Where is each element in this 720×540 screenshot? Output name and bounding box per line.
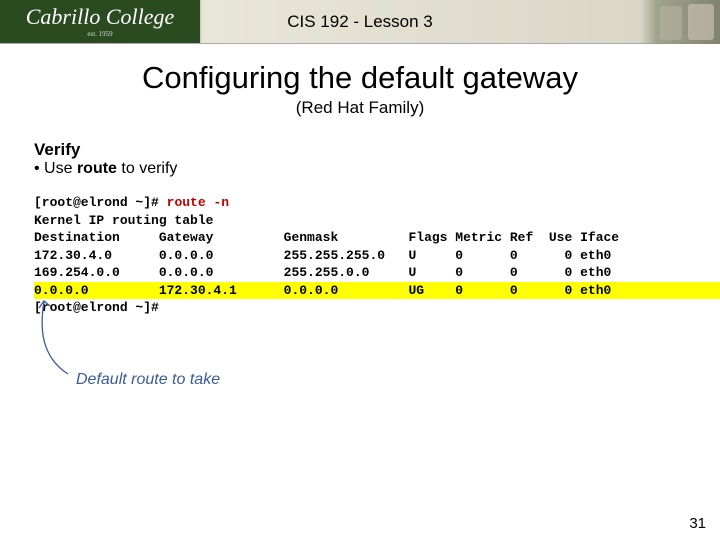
verify-heading: Verify bbox=[34, 140, 720, 160]
default-route-annotation: Default route to take bbox=[76, 371, 220, 389]
terminal-row: Kernel IP routing table bbox=[34, 212, 720, 230]
terminal-row: [root@elrond ~]# route -n bbox=[34, 194, 720, 212]
verify-block: Verify • Use route to verify bbox=[34, 140, 720, 178]
slide-subtitle: (Red Hat Family) bbox=[0, 98, 720, 118]
banner-title: CIS 192 - Lesson 3 bbox=[0, 0, 720, 44]
verify-bullet: • Use route to verify bbox=[34, 160, 720, 178]
terminal-row-highlight: 0.0.0.0 172.30.4.1 0.0.0.0 UG 0 0 0 eth0 bbox=[34, 282, 720, 300]
verify-suffix: to verify bbox=[117, 160, 177, 177]
verify-cmd: route bbox=[77, 160, 117, 177]
terminal-row: Destination Gateway Genmask Flags Metric… bbox=[34, 229, 720, 247]
slide-title: Configuring the default gateway bbox=[0, 60, 720, 96]
terminal-row: 172.30.4.0 0.0.0.0 255.255.255.0 U 0 0 0… bbox=[34, 247, 720, 265]
verify-prefix: • Use bbox=[34, 160, 77, 177]
terminal-output: [root@elrond ~]# route -nKernel IP routi… bbox=[34, 194, 720, 317]
terminal-row: 169.254.0.0 0.0.0.0 255.255.0.0 U 0 0 0 … bbox=[34, 264, 720, 282]
page-number: 31 bbox=[689, 515, 706, 532]
slide-banner: Cabrillo College est. 1959 CIS 192 - Les… bbox=[0, 0, 720, 44]
terminal-row: [root@elrond ~]# bbox=[34, 299, 720, 317]
